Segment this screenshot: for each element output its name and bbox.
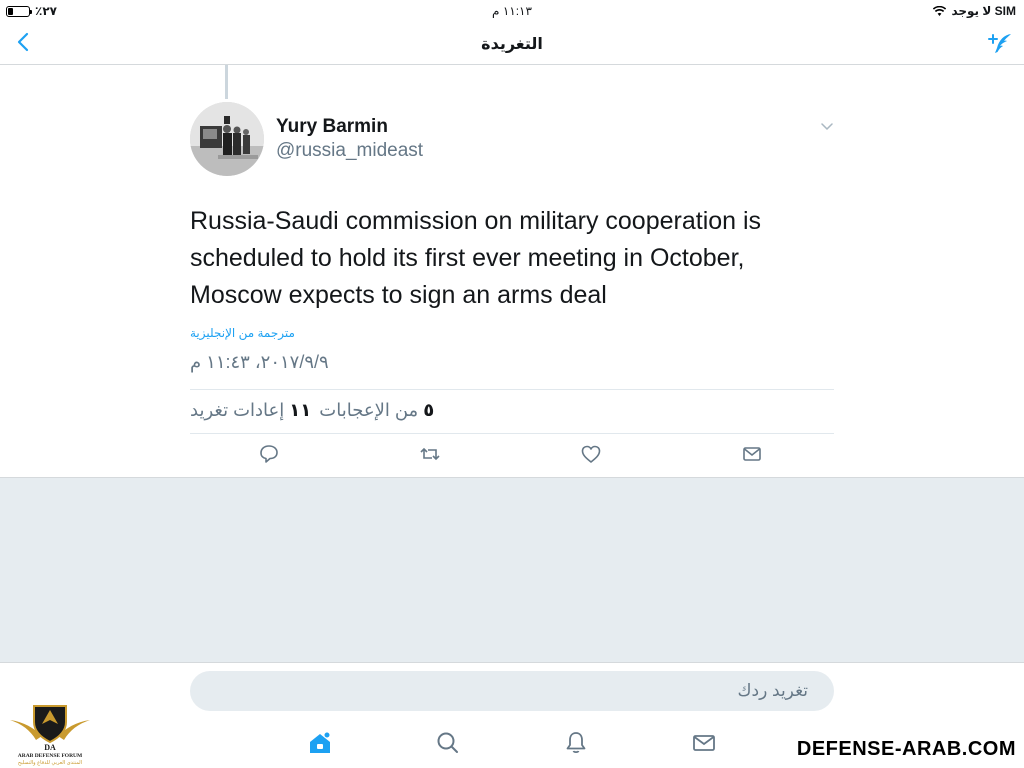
retweet-icon[interactable] (419, 443, 441, 465)
avatar[interactable] (190, 102, 264, 176)
tweet-text: Russia-Saudi commission on military coop… (190, 207, 762, 309)
avatar-photo (190, 102, 264, 176)
direct-message-icon[interactable] (741, 443, 763, 465)
empty-replies-area (0, 477, 1024, 662)
author-handle[interactable]: @russia_mideast (276, 140, 423, 162)
divider (190, 389, 834, 390)
status-time: ١١:١٣ م (492, 4, 532, 18)
likes-stat[interactable]: ٥ من الإعجابات (319, 400, 434, 421)
logo-text: ARAB DEFENSE FORUM (18, 753, 83, 759)
messages-icon[interactable] (691, 730, 717, 756)
wifi-icon (933, 6, 947, 16)
page-title: التغريدة (481, 36, 543, 53)
notifications-icon[interactable] (563, 730, 589, 756)
reply-input[interactable]: تغريد ردك (190, 671, 834, 711)
retweets-label: إعادات تغريد (190, 400, 285, 420)
carrier-indicator: لا يوجد SIM (933, 4, 1016, 18)
logo-subtitle: المنتدى العربي للدفاع والتسليح (18, 760, 82, 766)
reply-placeholder: تغريد ردك (737, 681, 808, 700)
nav-bar: التغريدة (0, 22, 1024, 65)
tweet-timestamp: ٢٠١٧/٩/٩، ١١:٤٣ م (190, 352, 329, 372)
status-bar: ٪٢٧ ١١:١٣ م لا يوجد SIM (0, 0, 1024, 22)
carrier-label: لا يوجد SIM (951, 4, 1016, 18)
tweet-actions (190, 443, 834, 473)
likes-count: ٥ (423, 400, 435, 420)
search-icon[interactable] (435, 730, 461, 756)
likes-label: من الإعجابات (319, 400, 419, 420)
reply-icon[interactable] (258, 443, 280, 465)
tweet-stats: ٥ من الإعجابات ١١ إعادات تغريد (190, 400, 434, 421)
translated-from-english-link[interactable]: مترجمة من الإنجليزية (190, 326, 295, 340)
chevron-down-icon[interactable] (820, 120, 834, 134)
like-icon[interactable] (580, 443, 602, 465)
divider (190, 433, 834, 434)
retweets-count: ١١ (289, 400, 312, 420)
thread-connector-line (225, 65, 228, 99)
watermark-site: DEFENSE-ARAB.COM (796, 738, 1016, 760)
arab-defense-forum-logo: DA ARAB DEFENSE FORUM المنتدى العربي للد… (6, 700, 94, 766)
author-name[interactable]: Yury Barmin (276, 116, 388, 138)
compose-tweet-icon[interactable] (986, 29, 1014, 57)
home-icon[interactable] (307, 730, 333, 756)
retweets-stat[interactable]: ١١ إعادات تغريد (190, 400, 311, 421)
logo-initials: DA (44, 743, 56, 752)
